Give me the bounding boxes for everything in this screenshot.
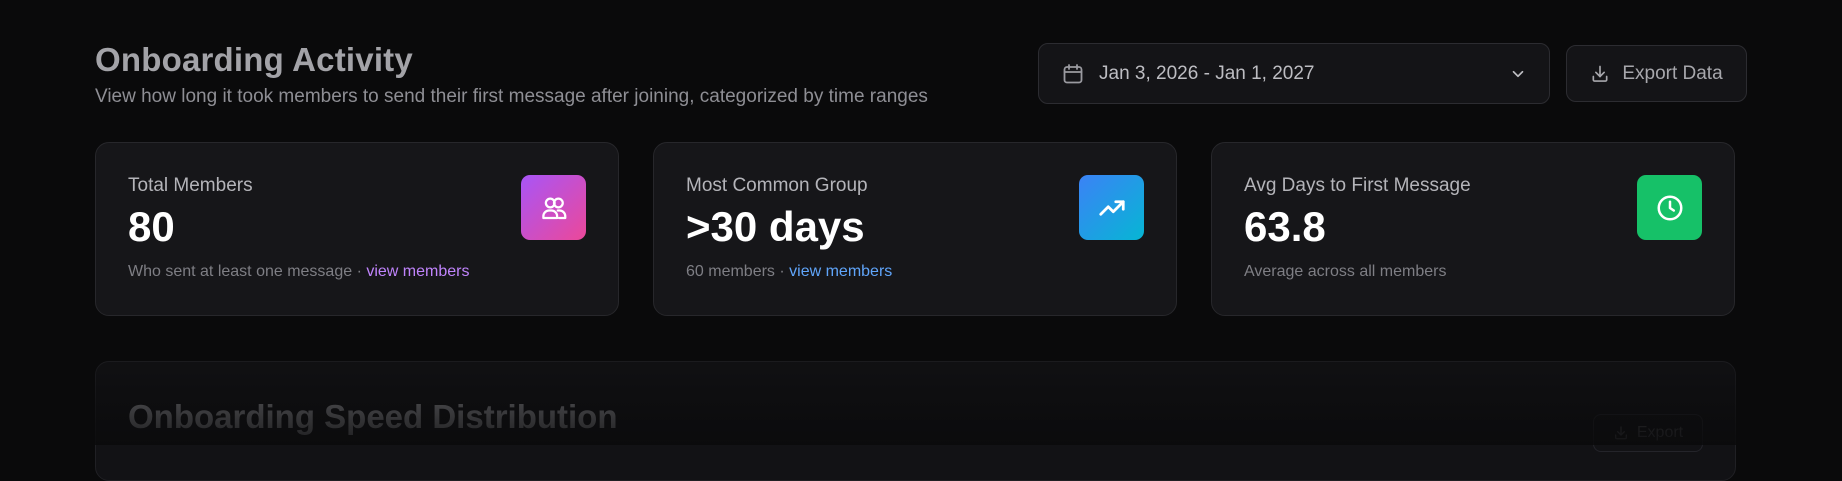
users-badge <box>521 175 586 240</box>
card-value: 63.8 <box>1244 203 1702 251</box>
card-footnote: 60 members · view members <box>686 263 1144 281</box>
section-export-label: Export <box>1637 424 1683 442</box>
page-subtitle: View how long it took members to send th… <box>95 86 928 108</box>
chevron-down-icon <box>1509 65 1527 83</box>
download-icon <box>1590 64 1610 84</box>
trending-up-icon <box>1097 193 1127 223</box>
export-data-label: Export Data <box>1622 63 1722 85</box>
card-value: 80 <box>128 203 586 251</box>
card-footnote: Average across all members <box>1244 263 1702 281</box>
header-actions: Jan 3, 2026 - Jan 1, 2027 Export Data <box>1038 43 1747 104</box>
page-title: Onboarding Activity <box>95 40 928 80</box>
card-value: >30 days <box>686 203 1144 251</box>
date-range-picker[interactable]: Jan 3, 2026 - Jan 1, 2027 <box>1038 43 1550 104</box>
clock-icon <box>1655 193 1685 223</box>
stat-cards: Total Members 80 Who sent at least one m… <box>95 142 1747 316</box>
header-text: Onboarding Activity View how long it too… <box>95 40 928 108</box>
export-data-button[interactable]: Export Data <box>1566 45 1747 102</box>
view-members-link[interactable]: view members <box>789 263 892 280</box>
clock-badge <box>1637 175 1702 240</box>
users-icon <box>539 193 569 223</box>
card-footnote-text: Who sent at least one message · <box>128 263 366 280</box>
date-range-label: Jan 3, 2026 - Jan 1, 2027 <box>1099 63 1509 85</box>
page-header: Onboarding Activity View how long it too… <box>95 40 1747 108</box>
calendar-icon <box>1061 62 1085 86</box>
card-footnote: Who sent at least one message · view mem… <box>128 263 586 281</box>
card-label: Avg Days to First Message <box>1244 175 1702 197</box>
stat-card-most-common-group: Most Common Group >30 days 60 members · … <box>653 142 1177 316</box>
download-icon <box>1613 425 1629 441</box>
section-title: Onboarding Speed Distribution <box>128 398 1703 436</box>
section-export-button[interactable]: Export <box>1593 414 1703 452</box>
onboarding-speed-distribution-section: Onboarding Speed Distribution Export <box>95 361 1736 481</box>
view-members-link[interactable]: view members <box>366 263 469 280</box>
card-label: Total Members <box>128 175 586 197</box>
stat-card-avg-days: Avg Days to First Message 63.8 Average a… <box>1211 142 1735 316</box>
stat-card-total-members: Total Members 80 Who sent at least one m… <box>95 142 619 316</box>
card-footnote-text: 60 members · <box>686 263 789 280</box>
trending-badge <box>1079 175 1144 240</box>
card-label: Most Common Group <box>686 175 1144 197</box>
